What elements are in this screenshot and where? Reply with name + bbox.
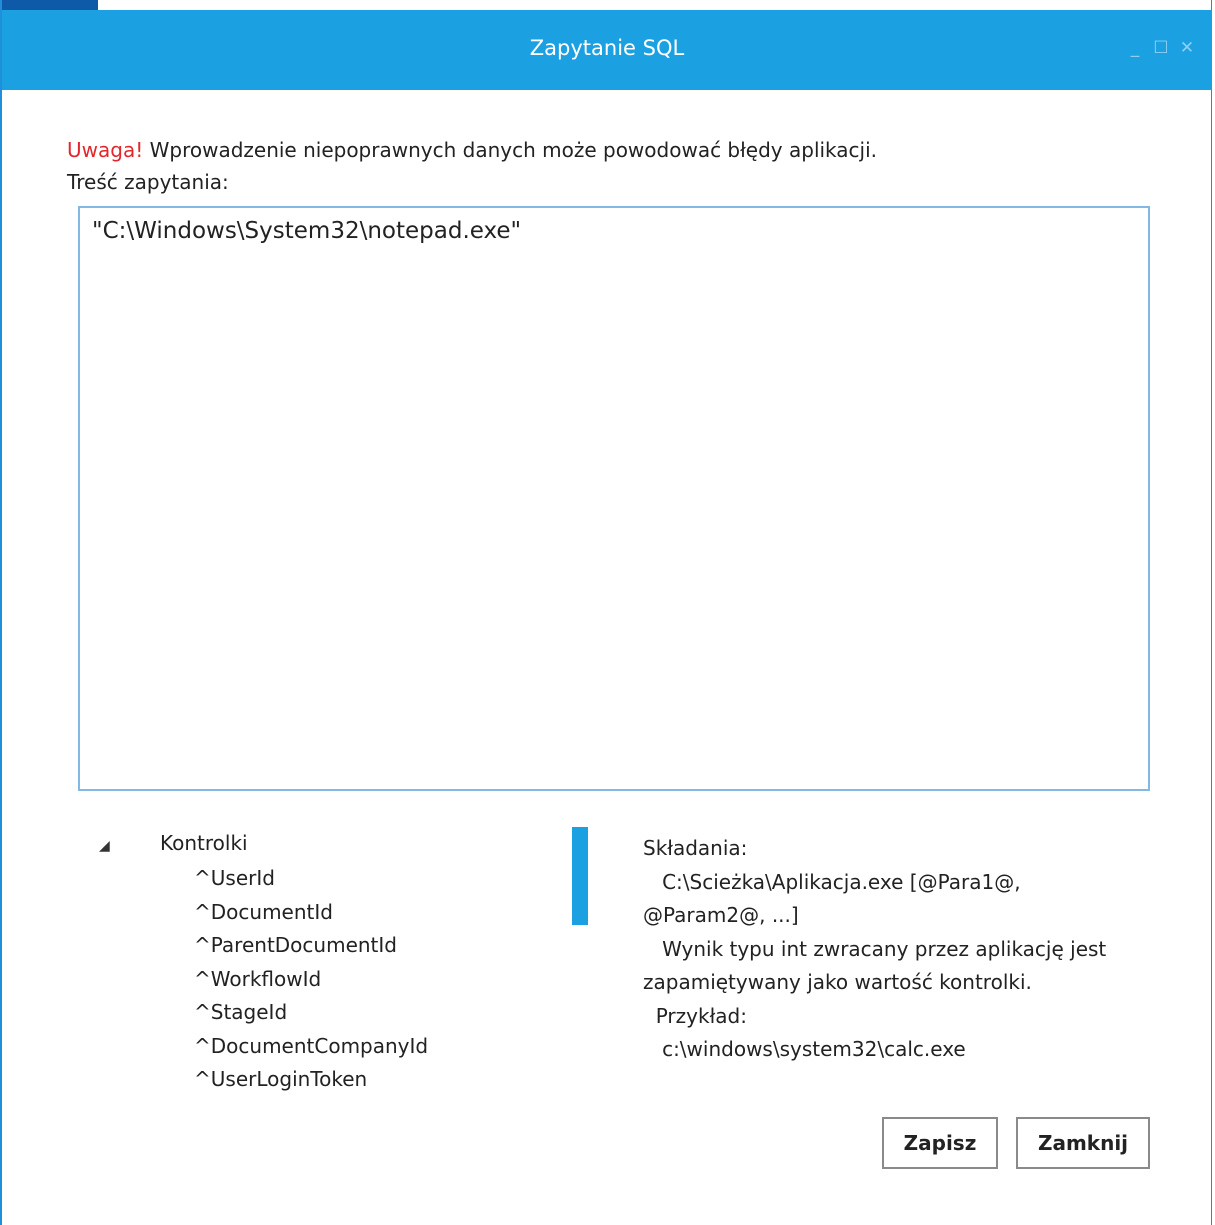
tree-item-stageid[interactable]: ^StageId bbox=[194, 998, 428, 1032]
window-title: Zapytanie SQL bbox=[529, 36, 685, 60]
help-line: C:\Scieżka\Aplikacja.exe [@Para1@, bbox=[643, 869, 1021, 894]
panel-splitter[interactable] bbox=[572, 827, 588, 925]
tree-item-documentid[interactable]: ^DocumentId bbox=[194, 898, 428, 932]
help-line: zapamiętywany jako wartość kontrolki. bbox=[643, 970, 1032, 994]
tree-item-parentdocumentid[interactable]: ^ParentDocumentId bbox=[194, 931, 428, 965]
help-line: Przykład: bbox=[643, 1003, 747, 1028]
query-textarea[interactable]: "C:\Windows\System32\notepad.exe" bbox=[78, 206, 1150, 791]
help-line: Składania: bbox=[643, 836, 748, 860]
warning-text: Wprowadzenie niepoprawnych danych może p… bbox=[143, 138, 878, 162]
warning-lead: Uwaga! bbox=[67, 138, 144, 162]
tree-root-controls[interactable]: Kontrolki bbox=[160, 831, 248, 855]
sql-query-dialog: Zapytanie SQL _ ☐ ✕ Uwaga! Wprowadzenie … bbox=[0, 0, 1212, 1225]
title-bar[interactable]: Zapytanie SQL _ ☐ ✕ bbox=[2, 10, 1212, 90]
query-text: "C:\Windows\System32\notepad.exe" bbox=[92, 218, 522, 244]
controls-tree-list: ^UserId ^DocumentId ^ParentDocumentId ^W… bbox=[194, 864, 428, 1099]
warning-message: Uwaga! Wprowadzenie niepoprawnych danych… bbox=[67, 138, 877, 162]
save-button[interactable]: Zapisz bbox=[882, 1117, 998, 1169]
query-label: Treść zapytania: bbox=[67, 170, 229, 194]
help-line: Wynik typu int zwracany przez aplikację … bbox=[643, 936, 1107, 961]
window-controls: _ ☐ ✕ bbox=[1126, 38, 1196, 58]
help-panel: Składania: C:\Scieżka\Aplikacja.exe [@Pa… bbox=[643, 832, 1153, 1067]
maximize-icon[interactable]: ☐ bbox=[1152, 38, 1170, 58]
tree-item-userid[interactable]: ^UserId bbox=[194, 864, 428, 898]
tree-item-userlogintoken[interactable]: ^UserLoginToken bbox=[194, 1065, 428, 1099]
help-line: @Param2@, ...] bbox=[643, 903, 799, 927]
minimize-icon[interactable]: _ bbox=[1126, 38, 1144, 58]
tree-collapse-icon[interactable]: ◢ bbox=[99, 838, 110, 854]
tree-item-documentcompanyid[interactable]: ^DocumentCompanyId bbox=[194, 1032, 428, 1066]
close-button[interactable]: Zamknij bbox=[1016, 1117, 1150, 1169]
close-icon[interactable]: ✕ bbox=[1178, 38, 1196, 58]
tree-item-workflowid[interactable]: ^WorkflowId bbox=[194, 965, 428, 999]
help-line: c:\windows\system32\calc.exe bbox=[643, 1037, 966, 1061]
